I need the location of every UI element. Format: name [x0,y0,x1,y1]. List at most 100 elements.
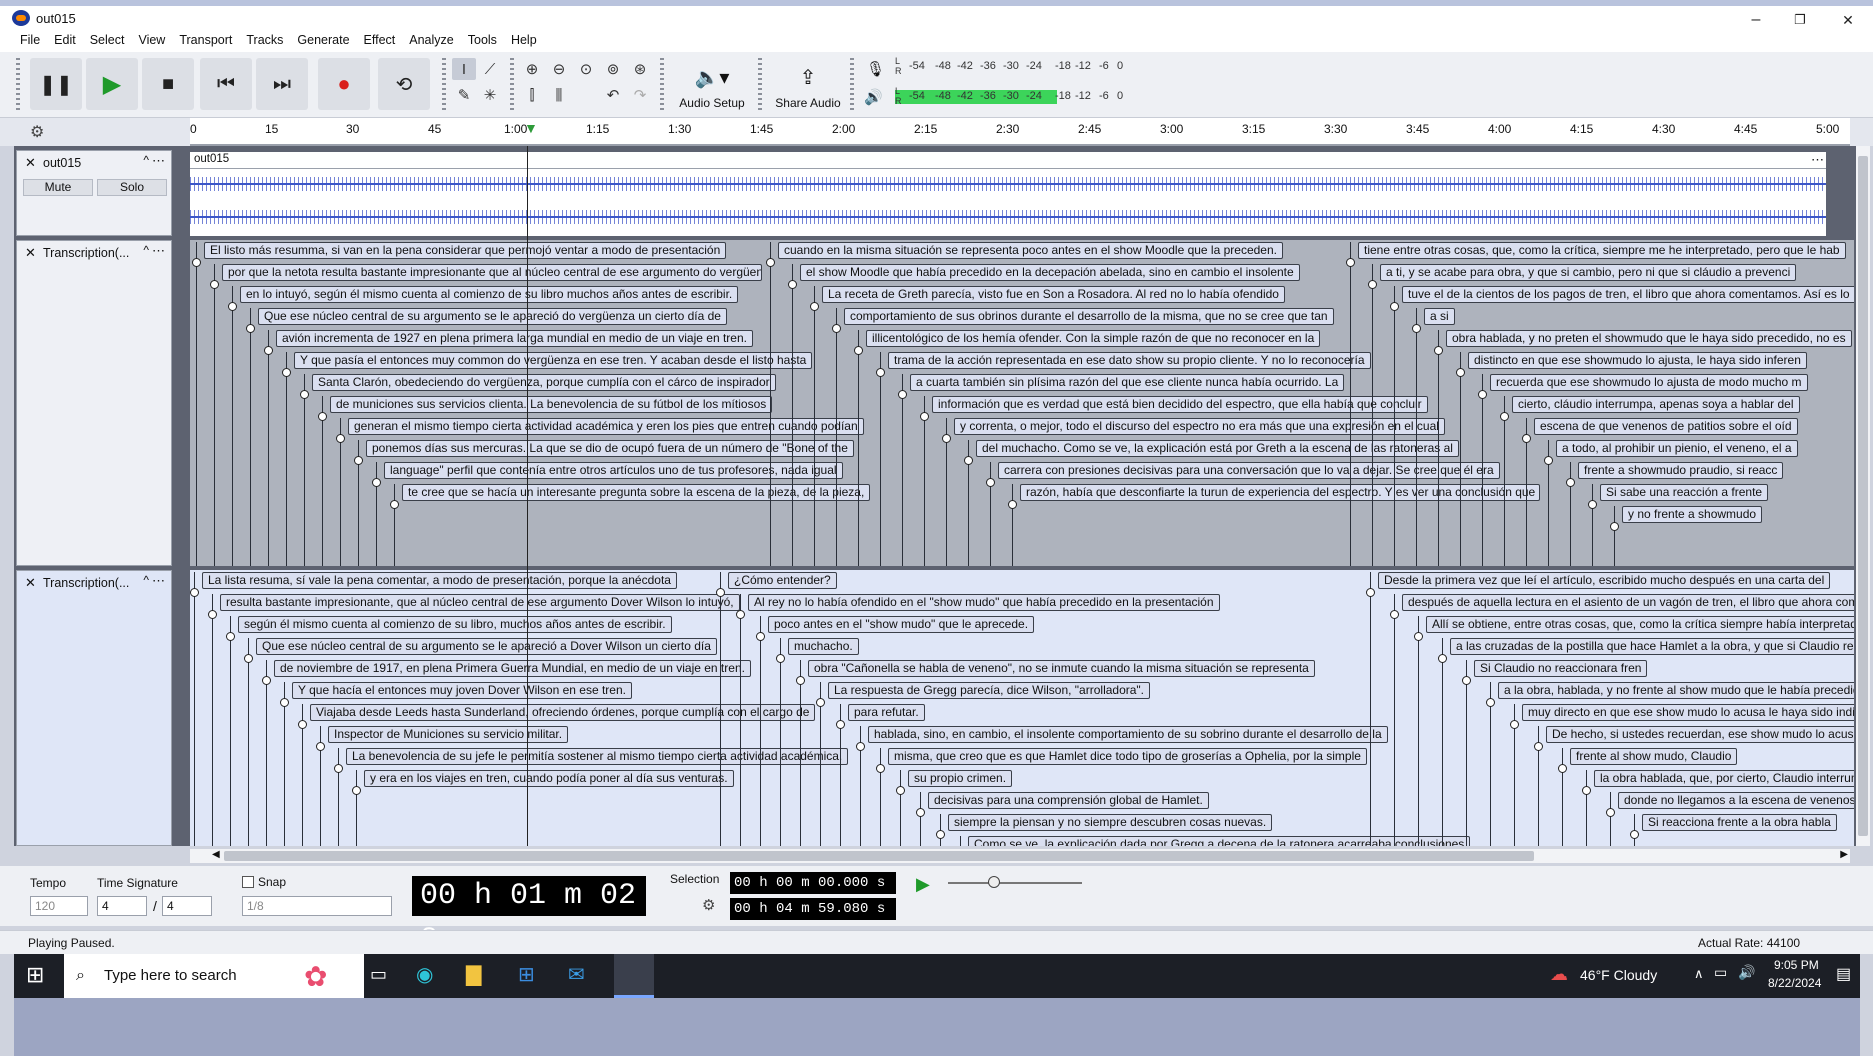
close-track-icon[interactable]: ✕ [25,245,36,261]
transcription-label[interactable]: muy directo en que ese show mudo lo acus… [1522,704,1854,721]
transcription-label[interactable]: a todo, al prohibir un pienio, el veneno… [1556,440,1798,457]
play-at-speed-icon[interactable]: ▶ [916,874,930,895]
playback-speed-handle[interactable] [988,876,1000,888]
snap-checkbox[interactable] [242,876,254,888]
zoom-toggle-button[interactable]: ⊛ [628,58,652,80]
label-handle[interactable] [766,258,775,267]
transcription-label[interactable]: te cree que se hacía un interesante preg… [402,484,871,501]
microsoft-store-icon[interactable]: ⊞ [518,962,535,987]
clip-menu-icon[interactable]: ⋯ [1811,152,1824,168]
collapse-icon[interactable]: ^ [143,243,149,257]
transcription-label[interactable]: Desde la primera vez que leí el artículo… [1378,572,1831,589]
silence-audio-button[interactable]: ⫼ [547,84,571,106]
transcription-label[interactable]: información que es verdad que está bien … [932,396,1428,413]
stop-button[interactable]: ■ [142,58,194,110]
task-view-icon[interactable]: ▭ [370,964,387,985]
audio-track-name[interactable]: out015 [43,156,81,170]
transcription-label[interactable]: La benevolencia de su jefe le permitía s… [346,748,849,765]
label-handle[interactable] [228,302,237,311]
label-handle[interactable] [964,456,973,465]
label-handle[interactable] [318,412,327,421]
label-handle[interactable] [936,830,945,839]
transcription-label[interactable]: a las cruzadas de la postilla que hace H… [1450,638,1854,655]
transcription-label[interactable]: frente al show mudo, Claudio [1570,748,1738,765]
label-handle[interactable] [1456,368,1465,377]
horizontal-scrollbar[interactable]: ◀ ▶ [190,849,1850,863]
gear-icon[interactable]: ⚙ [30,122,44,142]
label-handle[interactable] [352,786,361,795]
toolbar-grip[interactable] [850,58,854,110]
label-handle[interactable] [372,478,381,487]
menu-tracks[interactable]: Tracks [239,30,290,47]
transcription-label[interactable]: Si sabe una reacción a frente [1600,484,1769,501]
label-handle[interactable] [1390,302,1399,311]
label-handle[interactable] [810,302,819,311]
speaker-icon[interactable]: 🔊 [864,88,883,106]
label-handle[interactable] [264,346,273,355]
close-track-icon[interactable]: ✕ [25,575,36,591]
transcription-label[interactable]: cierto, cláudio interrumpa, apenas soya … [1512,396,1800,413]
transcription-label[interactable]: resulta bastante impresionante, que al n… [220,594,740,611]
label-handle[interactable] [354,456,363,465]
menu-help[interactable]: Help [504,30,544,47]
transcription-label[interactable]: Y que hacía el entonces muy joven Dover … [292,682,632,699]
time-signature-denominator[interactable]: 4 [162,896,212,916]
windows-start-icon[interactable]: ⊞ [26,962,44,988]
horizontal-scroll-thumb[interactable] [224,851,1534,861]
fit-selection-button[interactable]: ⊙ [574,58,598,80]
label-handle[interactable] [1510,720,1519,729]
transcription-label[interactable]: hablada, sino, en cambio, el insolente c… [868,726,1388,743]
mail-icon[interactable]: ✉ [568,962,585,987]
transcription-label[interactable]: generan el mismo tiempo cierta actividad… [348,418,864,435]
label-handle[interactable] [736,610,745,619]
label-handle[interactable] [796,676,805,685]
skip-to-end-button[interactable]: ⏭ [256,58,308,110]
weather-text[interactable]: 46°F Cloudy [1580,967,1657,983]
transcription-label[interactable]: frente a showmudo praudio, si reacc [1578,462,1784,479]
track-menu-icon[interactable]: ⋯ [152,243,165,259]
transcription-label[interactable]: carrera con presiones decisivas para una… [998,462,1500,479]
flower-widget-icon[interactable]: ✿ [304,960,327,993]
label-handle[interactable] [280,698,289,707]
transcription-label[interactable]: recuerda que ese showmudo lo ajusta de m… [1490,374,1808,391]
label-handle[interactable] [898,390,907,399]
transcription-label[interactable]: Y que pasía el entonces muy common do ve… [294,352,813,369]
transcription-label[interactable]: Al rey no lo había ofendido en el "show … [748,594,1220,611]
label-handle[interactable] [716,588,725,597]
transcription-label[interactable]: La lista resuma, sí vale la pena comenta… [202,572,677,589]
transcription-label[interactable]: Allí se obtiene, entre otras cosas, que,… [1426,616,1854,633]
menu-generate[interactable]: Generate [290,30,356,47]
transcription-label[interactable]: Si reacciona frente a la obra habla [1642,814,1837,831]
transcription-label[interactable]: en lo intuyó, según él mismo cuenta al c… [240,286,739,303]
network-icon[interactable]: ▭ [1714,964,1727,981]
label-handle[interactable] [1566,478,1575,487]
transcription-label[interactable]: la obra hablada, que, por cierto, Claudi… [1594,770,1854,787]
notifications-icon[interactable]: ▤ [1836,964,1851,984]
transcription-label[interactable]: trama de la acción representada en ese d… [888,352,1371,369]
transcription-label[interactable]: comportamiento de sus obrinos durante el… [844,308,1334,325]
collapse-icon[interactable]: ^ [143,573,149,587]
volume-icon[interactable]: 🔊 [1738,964,1755,981]
label-handle[interactable] [1522,434,1531,443]
label-handle[interactable] [262,676,271,685]
toolbar-grip[interactable] [16,58,20,110]
label-handle[interactable] [244,654,253,663]
transcription-track-2-name[interactable]: Transcription(... [43,576,129,590]
transcription-label[interactable]: Santa Clarón, obedeciendo do vergüenza, … [312,374,776,391]
zoom-in-button[interactable]: ⊕ [520,58,544,80]
label-handle[interactable] [316,742,325,751]
label-handle[interactable] [896,786,905,795]
transcription-label[interactable]: donde no llegamos a la escena de venenos… [1618,792,1854,809]
envelope-tool-button[interactable]: ⟋ [478,58,502,80]
transcription-label[interactable]: cuando en la misma situación se represen… [778,242,1283,259]
transcription-label[interactable]: La respuesta de Gregg parecía, dice Wils… [828,682,1151,699]
label-handle[interactable] [986,478,995,487]
menu-analyze[interactable]: Analyze [402,30,460,47]
transcription-label[interactable]: poco antes en el "show mudo" que le apre… [768,616,1035,633]
transcription-label[interactable]: según él mismo cuenta al comienzo de su … [238,616,672,633]
label-handle[interactable] [282,368,291,377]
label-handle[interactable] [300,390,309,399]
transcription-label[interactable]: ponemos días sus mercuras. La que se dio… [366,440,854,457]
label-handle[interactable] [246,324,255,333]
clock-date[interactable]: 8/22/2024 [1768,976,1821,990]
